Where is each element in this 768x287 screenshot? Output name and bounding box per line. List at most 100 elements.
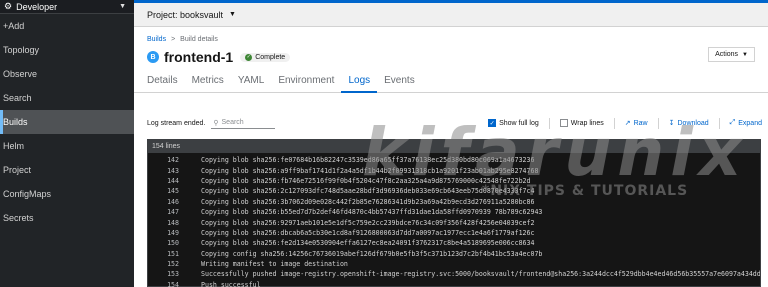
log-toolbar: Log stream ended. ⚲ Search ✓ Show full l…: [147, 116, 762, 130]
log-line-text: Push successful: [201, 280, 261, 287]
caret-down-icon: ▼: [229, 11, 236, 18]
log-line: 144 Copying blob sha256:fb746e72516f99f0b…: [148, 176, 760, 186]
log-line-text: Copying blob sha256:fe2d134e0530904effa6…: [201, 239, 535, 248]
log-line: 145 Copying blob sha256:2c127093dfc748d5a…: [148, 186, 760, 196]
tab-yaml[interactable]: YAML: [231, 75, 272, 93]
log-line: 153 Successfully pushed image-registry.op…: [148, 269, 760, 279]
log-line: 150 Copying blob sha256:fe2d134e0530904ef…: [148, 238, 760, 248]
log-line-number: 147: [167, 208, 179, 217]
log-line-number: 151: [167, 249, 179, 258]
project-label: Project: booksvault: [147, 9, 224, 20]
sidebar-item-project[interactable]: Project: [0, 158, 134, 182]
log-line-text: Copying blob sha256:92971aeb101e5e1df5c7…: [201, 218, 535, 227]
log-line-text: Copying blob sha256:fe07684b16b82247c353…: [201, 156, 535, 165]
search-placeholder: Search: [221, 119, 244, 126]
log-line-number: 150: [167, 239, 179, 248]
divider: [613, 117, 615, 129]
raw-button[interactable]: ↗ Raw: [624, 119, 648, 128]
wrap-lines-label: Wrap lines: [570, 119, 604, 127]
log-line: 152 Writing manifest to image destination: [148, 259, 760, 269]
log-line-number: 148: [167, 218, 179, 227]
show-full-log-label: Show full log: [499, 119, 539, 127]
log-line-number: 143: [167, 166, 179, 175]
checkbox-unchecked-icon: [559, 119, 568, 127]
log-line-text: Copying blob sha256:fb746e72516f99f0b4f5…: [201, 176, 531, 185]
project-selector[interactable]: Project: booksvault ▼: [134, 3, 768, 27]
log-line-number: 146: [167, 197, 179, 206]
log-line: 151 Copying config sha256:14256c76736019a…: [148, 249, 760, 259]
log-line-number: 153: [167, 270, 179, 279]
log-line-number: 154: [167, 280, 179, 287]
page-title: frontend-1: [164, 49, 234, 65]
sidebar-item-secrets[interactable]: Secrets: [0, 206, 134, 230]
log-line: 154 Push successful: [148, 280, 760, 287]
caret-down-icon: ▼: [119, 3, 126, 10]
log-line-number: 142: [167, 156, 179, 165]
log-line: 146 Copying blob sha256:3b7062d09e028c442…: [148, 197, 760, 207]
breadcrumb: Builds > Build details: [134, 36, 768, 43]
log-line-text: Writing manifest to image destination: [201, 260, 348, 269]
raw-label: Raw: [633, 119, 648, 127]
search-icon: ⚲: [213, 119, 219, 127]
divider: [657, 117, 659, 129]
expand-icon: ⤢: [729, 119, 736, 126]
breadcrumb-builds-link[interactable]: Builds: [147, 36, 166, 43]
sidebar-item-add[interactable]: +Add: [0, 14, 134, 38]
sidebar-item-configmaps[interactable]: ConfigMaps: [0, 182, 134, 206]
download-button[interactable]: ↧ Download: [668, 119, 709, 128]
log-line-text: Copying config sha256:14256c76736019abef…: [201, 249, 543, 258]
status-text: Complete: [255, 53, 286, 61]
log-line-number: 149: [167, 228, 179, 237]
page-header: B frontend-1 ✓ Complete Actions ▼: [134, 47, 768, 65]
check-circle-icon: ✓: [245, 53, 253, 61]
breadcrumb-separator: >: [171, 36, 176, 43]
tab-logs[interactable]: Logs: [341, 75, 378, 93]
actions-label: Actions: [715, 51, 739, 58]
log-line-text: Copying blob sha256:b55ed7d7b2def46fd487…: [201, 208, 543, 217]
sidebar-item-builds[interactable]: Builds: [0, 110, 134, 134]
main-content: Project: booksvault ▼ Builds > Build det…: [134, 0, 768, 287]
tab-events[interactable]: Events: [377, 75, 422, 93]
tab-environment[interactable]: Environment: [271, 75, 341, 93]
download-icon: ↧: [668, 120, 675, 127]
log-viewer[interactable]: 154 lines 142 Copying blob sha256:fe07684…: [147, 139, 761, 287]
tab-details[interactable]: Details: [147, 75, 185, 93]
log-line-text: Copying blob sha256:2c127093dfc748d5aae2…: [201, 187, 535, 196]
actions-dropdown[interactable]: Actions ▼: [708, 47, 755, 62]
log-line: 142 Copying blob sha256:fe07684b16b82247c…: [148, 155, 760, 165]
log-line-number: 145: [167, 187, 179, 196]
sidebar-item-helm[interactable]: Helm: [0, 134, 134, 158]
wrap-lines-checkbox[interactable]: Wrap lines: [559, 119, 604, 127]
sidebar-item-search[interactable]: Search: [0, 86, 134, 110]
sidebar-item-observe[interactable]: Observe: [0, 62, 134, 86]
expand-button[interactable]: ⤢ Expand: [730, 119, 762, 127]
log-line: 143 Copying blob sha256:a9ff9baf1741d1f2a…: [148, 165, 760, 175]
log-line-number: 144: [167, 176, 179, 185]
checkbox-checked-icon: ✓: [488, 119, 497, 127]
perspective-switcher[interactable]: ⚙ Developer ▼: [0, 0, 134, 14]
log-line-text: Copying blob sha256:a9ff9baf1741d1f2a4a5…: [201, 166, 539, 175]
log-line: 148 Copying blob sha256:92971aeb101e5e1df…: [148, 217, 760, 227]
tab-bar: Details Metrics YAML Environment Logs Events: [134, 75, 768, 93]
tab-metrics[interactable]: Metrics: [185, 75, 231, 93]
log-line: 149 Copying blob sha256:dbcab6a5cb30e1cd8…: [148, 228, 760, 238]
show-full-log-checkbox[interactable]: ✓ Show full log: [488, 119, 539, 127]
download-label: Download: [677, 119, 709, 127]
sidebar-nav: +Add Topology Observe Search Builds Helm Proje…: [0, 14, 134, 230]
perspective-label: Developer: [16, 1, 58, 12]
log-line-text: Copying blob sha256:3b7062d09e028c442f2b…: [201, 197, 535, 206]
log-line-count: 154 lines: [148, 140, 760, 153]
external-link-icon: ↗: [624, 120, 631, 127]
breadcrumb-current: Build details: [180, 36, 218, 43]
expand-label: Expand: [738, 119, 762, 127]
sidebar: ⚙ Developer ▼ +Add Topology Observe Search B…: [0, 0, 134, 287]
status-badge: ✓ Complete: [240, 52, 291, 62]
log-body: 142 Copying blob sha256:fe07684b16b82247c…: [148, 153, 760, 287]
log-stream-status: Log stream ended.: [147, 119, 206, 127]
log-line-number: 152: [167, 260, 179, 269]
log-search-input[interactable]: ⚲ Search: [211, 117, 276, 129]
log-line-text: Copying blob sha256:dbcab6a5cb30e1cd8af9…: [201, 228, 535, 237]
log-line-text: Successfully pushed image-registry.opens…: [201, 270, 760, 279]
caret-down-icon: ▼: [742, 51, 748, 58]
sidebar-item-topology[interactable]: Topology: [0, 38, 134, 62]
